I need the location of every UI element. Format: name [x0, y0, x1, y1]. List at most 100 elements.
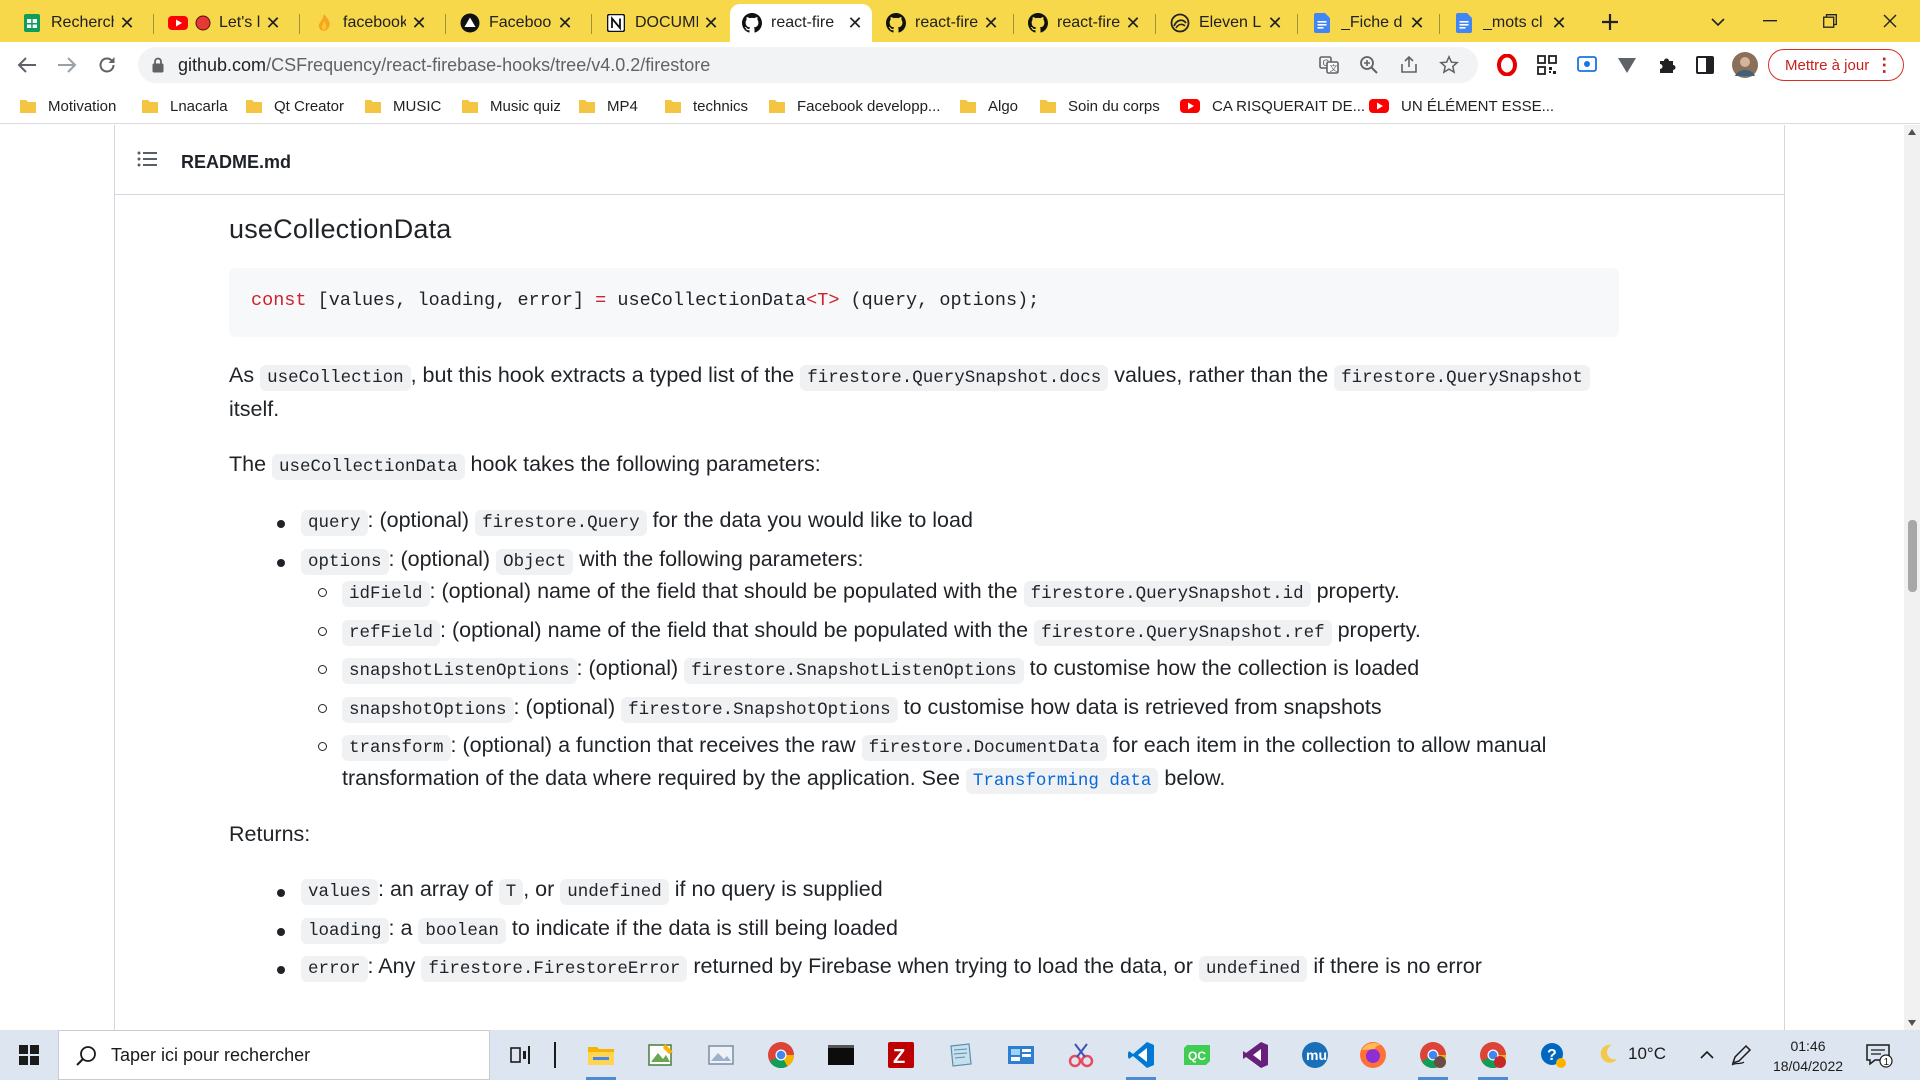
widgets-divider-icon[interactable]: [538, 1038, 572, 1072]
close-icon[interactable]: ✕: [1408, 13, 1426, 33]
url-text[interactable]: github.com/CSFrequency/react-firebase-ho…: [178, 55, 710, 76]
reload-button[interactable]: [92, 50, 122, 80]
taskbar-search[interactable]: Taper ici pour rechercher: [58, 1030, 490, 1080]
update-button[interactable]: Mettre à jour ⋮: [1768, 49, 1905, 81]
tab-separator: [153, 14, 154, 34]
restore-button[interactable]: [1800, 0, 1860, 42]
transforming-data-link[interactable]: Transforming data: [965, 768, 1159, 794]
bookmark-item[interactable]: UN ÉLÉMENT ESSE...: [1369, 96, 1554, 116]
scroll-down-icon[interactable]: [1908, 1020, 1916, 1026]
scrollbar-thumb[interactable]: [1908, 520, 1917, 592]
forward-button[interactable]: [52, 50, 82, 80]
folder-icon: [665, 100, 681, 113]
close-icon[interactable]: ✕: [1266, 13, 1284, 33]
file-explorer-icon[interactable]: [584, 1038, 618, 1080]
share-icon[interactable]: [1398, 54, 1420, 76]
filezilla-icon[interactable]: Z: [884, 1038, 918, 1072]
close-icon[interactable]: ✕: [556, 13, 574, 33]
image-editor-icon[interactable]: [644, 1038, 678, 1072]
tab-facebook[interactable]: facebook ✕: [302, 4, 436, 42]
list-icon[interactable]: [137, 151, 157, 167]
close-icon[interactable]: ✕: [1550, 13, 1568, 33]
bookmark-item[interactable]: Motivation: [20, 96, 116, 116]
bookmarks-bar: Motivation Lnacarla Qt Creator MUSIC Music q…: [0, 88, 1920, 124]
star-icon[interactable]: [1438, 54, 1460, 76]
minimize-button[interactable]: [1740, 0, 1800, 42]
close-icon[interactable]: ✕: [1124, 13, 1142, 33]
tab-react-firebase-active[interactable]: react-fire ✕: [730, 4, 872, 42]
control-panel-icon[interactable]: [1004, 1038, 1038, 1072]
close-icon[interactable]: ✕: [702, 13, 720, 33]
qt-creator-icon[interactable]: QC: [1180, 1038, 1214, 1072]
tab-search-button[interactable]: [1704, 8, 1732, 36]
close-icon[interactable]: ✕: [982, 13, 1000, 33]
photos-app-icon[interactable]: [704, 1038, 738, 1072]
opera-icon[interactable]: [1494, 52, 1520, 78]
new-tab-button[interactable]: [1596, 8, 1624, 36]
tab-youtube[interactable]: Let's l ✕: [156, 4, 290, 42]
musescore-icon[interactable]: mu: [1298, 1038, 1332, 1072]
bookmark-item[interactable]: Qt Creator: [246, 96, 344, 116]
notifications-icon[interactable]: 1: [1862, 1038, 1896, 1072]
bookmark-item[interactable]: CA RISQUERAIT DE...: [1180, 96, 1365, 116]
terminal-icon[interactable]: [824, 1038, 858, 1072]
github-icon: [886, 13, 906, 33]
page-scrollbar[interactable]: [1904, 125, 1920, 1030]
close-window-button[interactable]: [1860, 0, 1920, 42]
moon-icon: [1600, 1044, 1617, 1063]
bookmark-item[interactable]: technics: [665, 96, 748, 116]
tab-fiche[interactable]: _Fiche d ✕: [1300, 4, 1434, 42]
qr-code-icon[interactable]: [1534, 52, 1560, 78]
avatar[interactable]: [1732, 52, 1758, 78]
close-icon[interactable]: ✕: [118, 13, 136, 33]
bookmark-item[interactable]: Facebook developp...: [769, 96, 940, 116]
bookmark-item[interactable]: MP4: [579, 96, 638, 116]
close-icon[interactable]: ✕: [264, 13, 282, 33]
close-icon[interactable]: ✕: [410, 13, 428, 33]
chrome-profile-icon[interactable]: [1416, 1038, 1450, 1080]
weather-widget[interactable]: 10°C: [1596, 1042, 1666, 1066]
tab-recherche[interactable]: Recherch ✕: [10, 4, 144, 42]
visual-studio-icon[interactable]: [1238, 1038, 1272, 1072]
clock[interactable]: 01:46 18/04/2022: [1768, 1036, 1848, 1076]
tab-title: react-fire: [1057, 14, 1120, 31]
vpn-shield-icon[interactable]: [1614, 52, 1640, 78]
readme-filename[interactable]: README.md: [181, 152, 291, 173]
tab-facebook-vercel[interactable]: Facebook ✕: [448, 4, 582, 42]
start-button[interactable]: [0, 1030, 58, 1080]
tab-react-firebase-3[interactable]: react-fire ✕: [1016, 4, 1150, 42]
vscode-icon[interactable]: [1124, 1038, 1158, 1080]
chrome-icon[interactable]: [764, 1038, 798, 1072]
side-panel-icon[interactable]: [1692, 52, 1718, 78]
tab-mots-cles[interactable]: _mots cl ✕: [1442, 4, 1576, 42]
help-icon[interactable]: ?: [1536, 1038, 1570, 1072]
tab-eleven-labs[interactable]: Eleven La ✕: [1158, 4, 1292, 42]
url-host: github.com: [178, 55, 267, 75]
bookmark-item[interactable]: MUSIC: [365, 96, 441, 116]
zoom-icon[interactable]: [1358, 54, 1380, 76]
pen-icon[interactable]: [1724, 1038, 1758, 1072]
folder-icon: [142, 100, 158, 113]
chrome-profile-2-icon[interactable]: [1476, 1038, 1510, 1080]
task-view-icon[interactable]: [504, 1038, 538, 1072]
address-bar[interactable]: github.com/CSFrequency/react-firebase-ho…: [138, 47, 1478, 83]
chevron-up-icon[interactable]: [1690, 1038, 1724, 1072]
screen-recorder-icon[interactable]: [1574, 52, 1600, 78]
translate-icon[interactable]: G文: [1318, 54, 1340, 76]
firefox-icon[interactable]: [1356, 1038, 1390, 1072]
svg-text:Z: Z: [893, 1046, 905, 1068]
tab-document[interactable]: DOCUME ✕: [594, 4, 728, 42]
tab-react-firebase-2[interactable]: react-fire ✕: [874, 4, 1008, 42]
more-vertical-icon[interactable]: ⋮: [1875, 55, 1893, 76]
snipping-tool-icon[interactable]: [1064, 1038, 1098, 1072]
tab-separator: [299, 14, 300, 34]
scroll-up-icon[interactable]: [1908, 129, 1916, 135]
bookmark-item[interactable]: Lnacarla: [142, 96, 228, 116]
extensions-puzzle-icon[interactable]: [1654, 52, 1680, 78]
bookmark-item[interactable]: Algo: [960, 96, 1018, 116]
back-button[interactable]: [12, 50, 42, 80]
bookmark-item[interactable]: Music quiz: [462, 96, 561, 116]
bookmark-item[interactable]: Soin du corps: [1040, 96, 1160, 116]
notes-app-icon[interactable]: [944, 1038, 978, 1072]
close-icon[interactable]: ✕: [846, 13, 864, 33]
